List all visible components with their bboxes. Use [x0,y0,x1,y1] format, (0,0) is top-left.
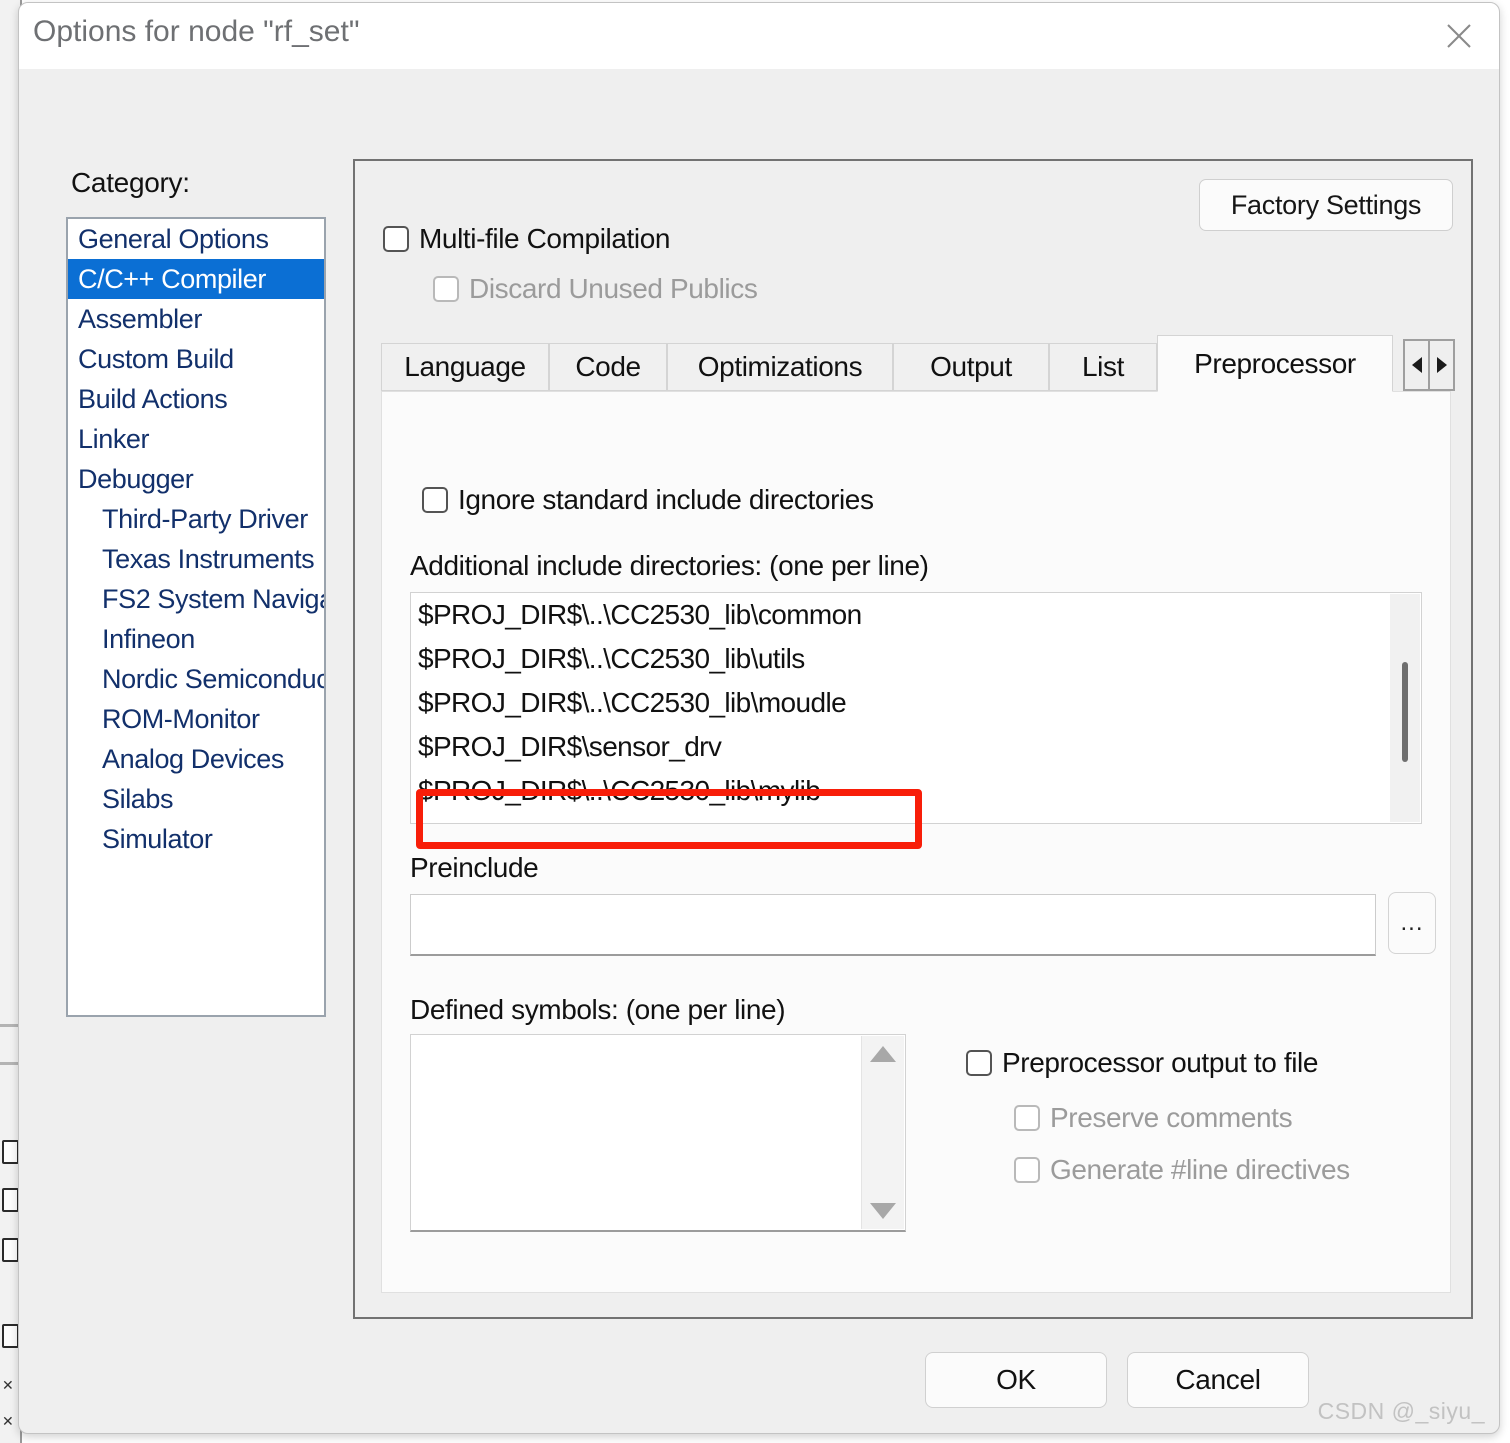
ignore-standard-includes-row[interactable]: Ignore standard include directories [422,484,874,516]
tab-code[interactable]: Code [549,343,667,391]
sidebar-item-c-cpp-compiler[interactable]: C/C++ Compiler [68,259,324,299]
ignore-standard-includes-label: Ignore standard include directories [458,484,874,515]
include-directory-item[interactable]: $PROJ_DIR$\..\CC2530_lib\utils [411,637,1421,681]
defined-symbols-scrollbar[interactable] [861,1036,904,1229]
factory-settings-button[interactable]: Factory Settings [1199,179,1453,231]
sidebar-item-debugger[interactable]: Debugger [68,459,324,499]
compiler-options-panel: Factory Settings Multi-file Compilation … [353,159,1473,1319]
generate-line-directives-row: Generate #line directives [1014,1154,1350,1186]
additional-include-directories-label: Additional include directories: (one per… [410,550,929,581]
sidebar-item-build-actions[interactable]: Build Actions [68,379,324,419]
sidebar-item-custom-build[interactable]: Custom Build [68,339,324,379]
include-directory-item[interactable]: $PROJ_DIR$\..\CC2530_lib\common [411,593,1421,637]
sidebar-item-analog-devices[interactable]: Analog Devices [68,739,324,779]
multi-file-compilation-label: Multi-file Compilation [419,223,671,254]
tab-language[interactable]: Language [381,343,549,391]
preinclude-label: Preinclude [410,852,539,883]
tab-preprocessor[interactable]: Preprocessor [1157,335,1393,392]
cancel-button[interactable]: Cancel [1127,1352,1309,1408]
options-dialog: Options for node "rf_set" Category: Gene… [18,2,1500,1434]
sidebar-item-general-options[interactable]: General Options [68,219,324,259]
watermark: CSDN @_siyu_ [1317,1398,1485,1424]
discard-unused-publics-label: Discard Unused Publics [469,273,758,304]
additional-include-directories-list[interactable]: $PROJ_DIR$\..\CC2530_lib\common $PROJ_DI… [410,592,1422,824]
background-divider [0,1062,20,1065]
tab-bar: Language Code Optimizations Output List … [381,335,1455,392]
preprocessor-tab-panel: Ignore standard include directories Addi… [381,391,1451,1293]
background-chip [2,1188,19,1212]
preinclude-browse-button[interactable]: ... [1388,892,1436,954]
chevron-left-icon[interactable] [1403,339,1429,391]
sidebar-item-third-party-driver[interactable]: Third-Party Driver [68,499,324,539]
background-mark: ✕ [2,1413,14,1429]
chevron-right-icon[interactable] [1429,339,1455,391]
preprocessor-output-to-file-row[interactable]: Preprocessor output to file [966,1047,1318,1079]
title-bar: Options for node "rf_set" [19,3,1499,69]
category-label: Category: [71,167,190,198]
preprocessor-output-to-file-checkbox[interactable] [966,1050,992,1076]
close-icon[interactable] [1427,7,1491,65]
scroll-down-icon[interactable] [870,1203,896,1219]
discard-unused-publics-row: Discard Unused Publics [433,273,758,305]
preinclude-input[interactable] [410,894,1376,956]
ignore-standard-includes-checkbox[interactable] [422,487,448,513]
background-chip [2,1324,19,1348]
generate-line-directives-checkbox [1014,1157,1040,1183]
tab-scroll-controls [1403,339,1455,391]
sidebar-item-simulator[interactable]: Simulator [68,819,324,859]
dialog-title: Options for node "rf_set" [33,15,360,48]
sidebar-item-linker[interactable]: Linker [68,419,324,459]
tab-output[interactable]: Output [893,343,1049,391]
sidebar-item-rom-monitor[interactable]: ROM-Monitor [68,699,324,739]
background-chip [2,1238,19,1262]
background-chip [2,1140,19,1164]
sidebar-item-silabs[interactable]: Silabs [68,779,324,819]
sidebar-item-nordic-semiconductor[interactable]: Nordic Semiconductor [68,659,324,699]
sidebar-item-fs2-system-navigator[interactable]: FS2 System Navigator [68,579,324,619]
tab-list[interactable]: List [1049,343,1157,391]
generate-line-directives-label: Generate #line directives [1050,1154,1350,1185]
discard-unused-publics-checkbox [433,276,459,302]
defined-symbols-label: Defined symbols: (one per line) [410,994,786,1025]
preserve-comments-label: Preserve comments [1050,1102,1293,1133]
ok-button[interactable]: OK [925,1352,1107,1408]
scroll-up-icon[interactable] [870,1046,896,1062]
include-directory-item[interactable]: $PROJ_DIR$\sensor_drv [411,725,1421,769]
defined-symbols-textarea[interactable] [410,1034,906,1232]
sidebar-item-texas-instruments[interactable]: Texas Instruments [68,539,324,579]
background-divider [0,1024,20,1027]
sidebar-item-assembler[interactable]: Assembler [68,299,324,339]
multi-file-compilation-row[interactable]: Multi-file Compilation [383,223,670,255]
include-directory-item[interactable]: $PROJ_DIR$\..\CC2530_lib\mylib [411,769,1421,813]
scrollbar-thumb[interactable] [1402,662,1408,762]
background-mark: ✕ [2,1377,14,1393]
preprocessor-output-to-file-label: Preprocessor output to file [1002,1047,1319,1078]
sidebar-item-infineon[interactable]: Infineon [68,619,324,659]
preserve-comments-row: Preserve comments [1014,1102,1293,1134]
category-listbox[interactable]: General Options C/C++ Compiler Assembler… [66,217,326,1017]
include-list-scrollbar[interactable] [1390,594,1420,822]
multi-file-compilation-checkbox[interactable] [383,226,409,252]
preserve-comments-checkbox [1014,1105,1040,1131]
include-directory-item[interactable]: $PROJ_DIR$\..\CC2530_lib\moudle [411,681,1421,725]
tab-optimizations[interactable]: Optimizations [667,343,893,391]
